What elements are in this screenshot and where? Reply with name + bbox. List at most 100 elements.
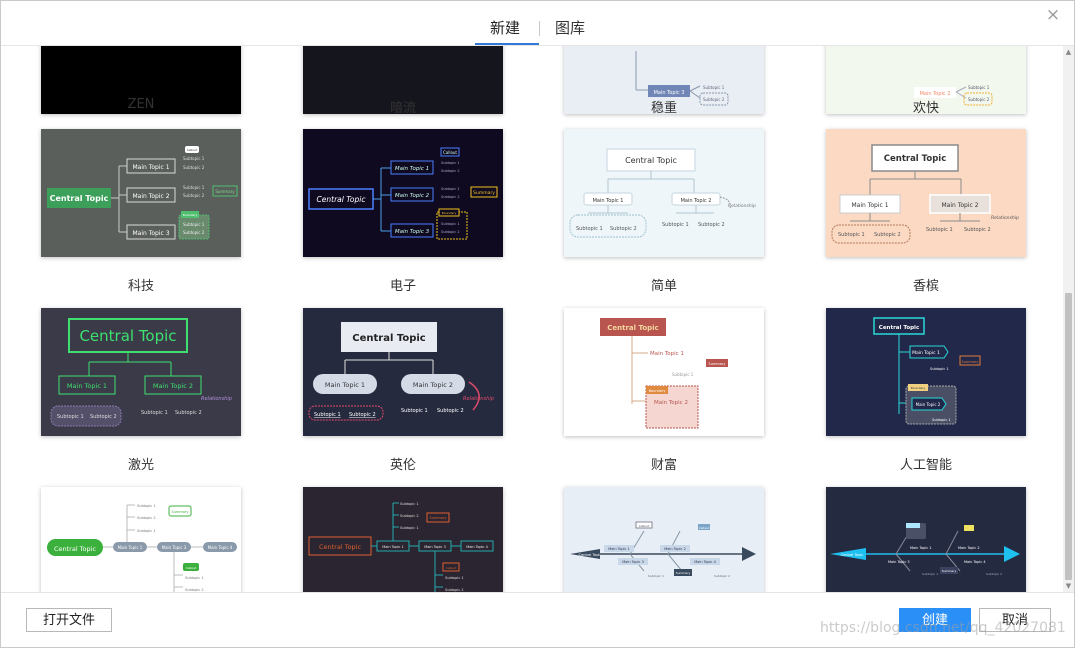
preview-callout: Callout	[186, 566, 197, 570]
preview-subtopic: Subtopic 1	[445, 576, 464, 580]
preview-relationship: Relationship	[463, 396, 494, 402]
preview-subtopic: Subtopic 1	[400, 526, 419, 530]
preview-main-topic: Main Topic 1	[593, 198, 624, 204]
theme-label-xiangbin: 香槟	[912, 279, 939, 294]
preview-subtopic: Subtopic 1	[185, 576, 204, 580]
preview-subtopic: Subtopic 1	[441, 222, 460, 226]
preview-subtopic: Subtopic 1	[703, 85, 725, 90]
preview-central-topic: Central Topic	[579, 553, 602, 557]
theme-card-xiangbin[interactable]: Central Topic Main Topic 1 Main Topic 2 …	[826, 129, 1026, 257]
preview-subtopic: Subtopic 2	[610, 226, 637, 232]
preview-main-topic: Main Topic 3	[132, 230, 169, 237]
preview-main-topic: Main Topic 4	[466, 545, 488, 549]
preview-relationship: Relationship	[201, 396, 232, 402]
scroll-up-icon[interactable]: ▲	[1063, 47, 1074, 57]
tab-new[interactable]: 新建	[490, 17, 520, 38]
preview-boundary: Boundary	[442, 211, 457, 215]
preview-callout: Callout	[187, 148, 198, 152]
preview-boundary: Boundary	[183, 213, 198, 217]
preview-subtopic: Subtopic 1	[932, 418, 951, 422]
theme-card-keji[interactable]: Central Topic Main Topic 1 Main Topic 2 …	[41, 129, 241, 257]
preview-subtopic: Subtopic 1	[183, 222, 205, 227]
preview-summary: Summary	[430, 516, 447, 520]
theme-card-jiandan[interactable]: Central Topic Main Topic 1 Main Topic 2 …	[564, 129, 764, 257]
preview-main-topic: Main Topic 1	[118, 545, 143, 550]
preview-main-topic: Main Topic 1	[395, 166, 429, 172]
theme-card-dianzi[interactable]: Central Topic Main Topic 1 Main Topic 2 …	[303, 129, 503, 257]
theme-card-caifu[interactable]: Central Topic Main Topic 1 Summary Subto…	[564, 308, 764, 436]
create-button[interactable]: 创建	[899, 608, 971, 632]
preview-subtopic: Subtopic 1	[401, 408, 428, 414]
preview-main-topic: Main Topic 2	[395, 193, 430, 199]
preview-subtopic: Subtopic 2	[964, 227, 991, 233]
theme-card-row3-1[interactable]: Central Topic Main Topic 1 Main Topic 3 …	[41, 487, 241, 592]
theme-label-jiguang: 激光	[127, 458, 154, 473]
preview-subtopic: Subtopic 1	[662, 222, 689, 228]
theme-card-row3-3[interactable]: Central Topic Main Topic 1 Main Topic 2 …	[564, 487, 764, 592]
preview-subtopic: Subtopic 1	[137, 529, 156, 533]
preview-main-topic: Main Topic 2	[941, 202, 978, 209]
preview-boundary: Boundary	[911, 386, 926, 390]
theme-card-row3-2[interactable]: Central Topic Main Topic 1 Main Topic 3 …	[303, 487, 503, 592]
preview-subtopic: Subtopic 1	[441, 187, 460, 191]
preview-main-topic: Main Topic 1	[910, 546, 932, 550]
theme-grid: ZEN 暗流 Main Topic 3 Subtopic 1 Subtopic …	[1, 46, 1063, 592]
preview-main-topic: Main Topic 1	[67, 382, 107, 390]
dialog-header: 新建 图库 ×	[1, 1, 1074, 46]
preview-summary: Summary	[172, 510, 189, 514]
preview-subtopic: Subtopic 1	[57, 414, 84, 420]
preview-main-topic: Main Topic 3	[395, 229, 430, 235]
dialog-footer: 打开文件 创建 取消	[1, 592, 1074, 647]
preview-central-topic: Central Topic	[607, 324, 658, 332]
theme-label-anliu: 暗流	[389, 101, 416, 116]
preview-main-topic: Main Topic 2	[664, 547, 686, 551]
theme-label-caifu: 财富	[650, 458, 677, 473]
theme-card-row3-4[interactable]: Central Topic Main Topic 1 Main Topic 2 …	[826, 487, 1026, 592]
preview-callout: Callout	[699, 526, 710, 530]
scrollbar-thumb[interactable]	[1065, 293, 1072, 580]
preview-subtopic: Subtopic 1	[922, 572, 938, 576]
preview-subtopic: Subtopic 2	[90, 414, 117, 420]
preview-main-topic: Main Topic 2	[916, 402, 941, 407]
close-icon[interactable]: ×	[1045, 7, 1061, 24]
preview-subtopic: Subtopic 1	[183, 156, 205, 161]
preview-subtopic: Subtopic 1	[672, 372, 694, 377]
preview-subtopic: Subtopic 2	[441, 230, 460, 234]
preview-central-topic: Central Topic	[625, 156, 677, 165]
theme-card-yinglun[interactable]: Central Topic Main Topic 1 Main Topic 2 …	[303, 308, 503, 436]
preview-main-topic: Main Topic 2	[132, 193, 169, 200]
preview-callout: Callout	[443, 150, 457, 155]
theme-label-zen: ZEN	[127, 97, 155, 112]
preview-subtopic: Subtopic 1	[930, 367, 949, 371]
theme-card-rengongzhineng[interactable]: Central Topic Main Topic 1 Summary Subto…	[826, 308, 1026, 436]
preview-subtopic: Subtopic 1	[838, 232, 865, 238]
preview-subtopic: Subtopic 2	[441, 195, 460, 199]
preview-subtopic: Subtopic 2	[183, 230, 205, 235]
theme-card-jiguang[interactable]: Central Topic Main Topic 1 Main Topic 2 …	[41, 308, 241, 436]
tab-gallery[interactable]: 图库	[555, 17, 585, 38]
preview-main-topic: Main Topic 4	[694, 560, 716, 564]
preview-subtopic: Subtopic 2	[437, 408, 464, 414]
scroll-down-icon[interactable]: ▼	[1063, 581, 1074, 591]
preview-main-topic: Main Topic 4	[964, 560, 986, 564]
preview-central-topic: Central Topic	[319, 543, 362, 551]
preview-main-topic: Main Topic 2	[413, 381, 453, 389]
preview-relationship: Relationship	[728, 203, 756, 209]
preview-summary: Summary	[962, 360, 979, 364]
cancel-button[interactable]: 取消	[979, 608, 1051, 632]
preview-central-topic: Central Topic	[841, 553, 864, 557]
preview-main-topic: Main Topic 2	[153, 382, 193, 390]
preview-subtopic: Subtopic 2	[183, 165, 205, 170]
theme-label-jiandan: 简单	[650, 279, 677, 294]
preview-subtopic: Subtopic 2	[183, 193, 205, 198]
preview-subtopic: Subtopic 1	[400, 502, 419, 506]
preview-main-topic: Main Topic 1	[650, 351, 684, 357]
preview-summary: Summary	[709, 362, 726, 366]
open-file-button[interactable]: 打开文件	[26, 608, 112, 632]
preview-subtopic: Subtopic 2	[400, 514, 419, 518]
preview-subtopic: Subtopic 1	[648, 574, 664, 578]
preview-main-topic: Main Topic 4	[208, 545, 233, 550]
preview-subtopic: Subtopic 2	[441, 169, 460, 173]
preview-subtopic: Subtopic 1	[926, 227, 953, 233]
preview-subtopic: Subtopic 1	[314, 412, 341, 418]
